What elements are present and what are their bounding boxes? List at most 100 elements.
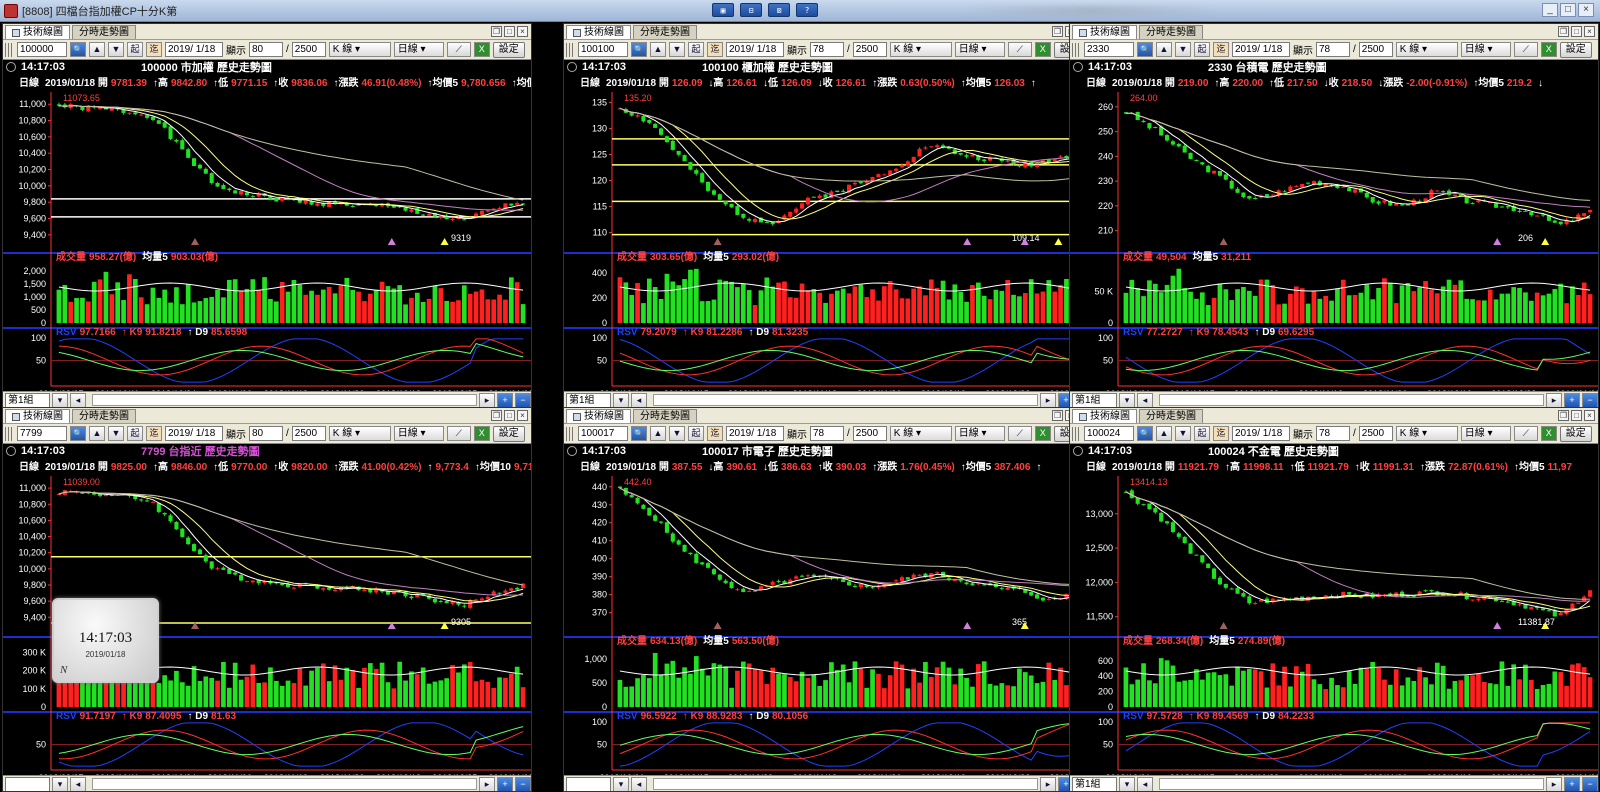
maximize-icon[interactable]: □ — [504, 26, 515, 37]
candle-body[interactable] — [1229, 180, 1234, 189]
candle-body[interactable] — [670, 140, 675, 150]
volume-bar[interactable] — [670, 660, 676, 707]
volume-bar[interactable] — [1587, 294, 1593, 323]
candle-body[interactable] — [694, 553, 699, 564]
volume-bar[interactable] — [1434, 662, 1440, 707]
volume-bar[interactable] — [1528, 679, 1534, 707]
volume-bar[interactable] — [1299, 671, 1305, 707]
candle-body[interactable] — [905, 161, 910, 166]
candle-body[interactable] — [1182, 145, 1187, 153]
volume-bar[interactable] — [1523, 664, 1528, 707]
candle-body[interactable] — [617, 486, 622, 489]
volume-bar[interactable] — [391, 288, 397, 323]
volume-bar[interactable] — [409, 297, 414, 323]
candle-body[interactable] — [1217, 170, 1222, 176]
horizontal-scrollbar[interactable] — [92, 778, 477, 790]
volume-bar[interactable] — [1135, 288, 1141, 323]
volume-bar[interactable] — [121, 300, 126, 323]
date-select-icon[interactable]: 迄 — [146, 426, 162, 441]
down-arrow-button[interactable]: ▼ — [669, 426, 685, 441]
volume-bar[interactable] — [1364, 284, 1370, 323]
candle-body[interactable] — [1411, 595, 1416, 597]
candle-body[interactable] — [333, 589, 338, 591]
volume-bar[interactable] — [1564, 303, 1569, 323]
period-dropdown[interactable]: 日線 ▾ — [393, 426, 444, 441]
volume-bar[interactable] — [491, 687, 497, 707]
volume-bar[interactable] — [970, 285, 975, 323]
start-button[interactable]: 起 — [127, 42, 143, 57]
volume-bar[interactable] — [244, 676, 250, 707]
volume-bar[interactable] — [1258, 279, 1264, 323]
candle-body[interactable] — [700, 562, 705, 565]
down-arrow-button[interactable]: ▼ — [108, 42, 124, 57]
dropdown-arrow-icon[interactable]: ▾ — [52, 776, 68, 791]
horizontal-scrollbar[interactable] — [653, 394, 1038, 406]
candle-body[interactable] — [1241, 593, 1246, 597]
start-button[interactable]: 起 — [688, 42, 704, 57]
dropdown-arrow-icon[interactable]: ▾ — [1119, 392, 1135, 407]
candle-body[interactable] — [1176, 144, 1181, 147]
candle-body[interactable] — [805, 197, 810, 205]
candle-body[interactable] — [1212, 568, 1217, 579]
signal-marker[interactable] — [191, 238, 199, 245]
scroll-right-icon[interactable]: ▸ — [479, 392, 495, 407]
candle-body[interactable] — [1535, 215, 1540, 217]
volume-bar[interactable] — [1246, 290, 1252, 323]
volume-bar[interactable] — [426, 683, 432, 707]
group-select[interactable] — [5, 776, 50, 791]
candle-body[interactable] — [1212, 170, 1217, 174]
volume-bar[interactable] — [717, 664, 723, 707]
volume-bar[interactable] — [1458, 280, 1464, 323]
volume-bar[interactable] — [1476, 673, 1481, 707]
candle-body[interactable] — [753, 219, 758, 222]
candle-body[interactable] — [847, 581, 852, 586]
candle-body[interactable] — [670, 533, 675, 542]
volume-bar[interactable] — [1182, 680, 1188, 707]
candle-body[interactable] — [233, 190, 238, 194]
symbol-input[interactable]: 100024 — [1084, 426, 1134, 441]
group-select[interactable]: 第1組 — [1072, 776, 1117, 791]
candle-body[interactable] — [133, 112, 138, 115]
volume-bar[interactable] — [999, 290, 1005, 323]
candle-body[interactable] — [970, 583, 975, 586]
display-count-input[interactable]: 78 — [810, 42, 844, 57]
volume-bar[interactable] — [367, 293, 373, 323]
volume-bar[interactable] — [934, 287, 940, 323]
candle-body[interactable] — [641, 504, 646, 509]
volume-bar[interactable] — [1399, 685, 1405, 707]
candle-body[interactable] — [1223, 583, 1228, 588]
volume-bar[interactable] — [1570, 286, 1575, 323]
candle-body[interactable] — [964, 582, 969, 585]
desktop-clock-widget[interactable]: 14:17:03 2019/01/18 N — [52, 598, 159, 683]
volume-bar[interactable] — [356, 291, 361, 323]
volume-bar[interactable] — [881, 688, 887, 707]
volume-bar[interactable] — [1211, 672, 1217, 707]
zoom-in-icon[interactable]: + — [497, 392, 513, 407]
candle-body[interactable] — [1147, 503, 1152, 510]
volume-bar[interactable] — [729, 687, 734, 707]
volume-bar[interactable] — [420, 667, 426, 707]
volume-bar[interactable] — [1317, 298, 1323, 323]
volume-bar[interactable] — [350, 669, 356, 707]
zoom-out-icon[interactable]: − — [1582, 392, 1598, 407]
volume-bar[interactable] — [993, 289, 999, 323]
volume-bar[interactable] — [1241, 670, 1246, 707]
volume-bar[interactable] — [450, 301, 455, 323]
period-dropdown[interactable]: 日線 ▾ — [1460, 42, 1511, 57]
volume-bar[interactable] — [503, 299, 508, 323]
volume-bar[interactable] — [479, 679, 485, 707]
candle-body[interactable] — [711, 569, 716, 575]
candle-body[interactable] — [1288, 186, 1293, 192]
volume-bar[interactable] — [923, 662, 928, 707]
signal-marker[interactable] — [1219, 622, 1228, 629]
candle-body[interactable] — [629, 494, 634, 498]
volume-bar[interactable] — [1411, 291, 1417, 323]
candle-body[interactable] — [209, 173, 214, 183]
volume-bar[interactable] — [215, 289, 220, 323]
volume-bar[interactable] — [315, 668, 320, 707]
candle-body[interactable] — [1206, 165, 1211, 173]
candle-body[interactable] — [1247, 596, 1252, 604]
volume-bar[interactable] — [1411, 680, 1417, 707]
volume-bar[interactable] — [964, 677, 969, 707]
volume-bar[interactable] — [1158, 292, 1164, 323]
